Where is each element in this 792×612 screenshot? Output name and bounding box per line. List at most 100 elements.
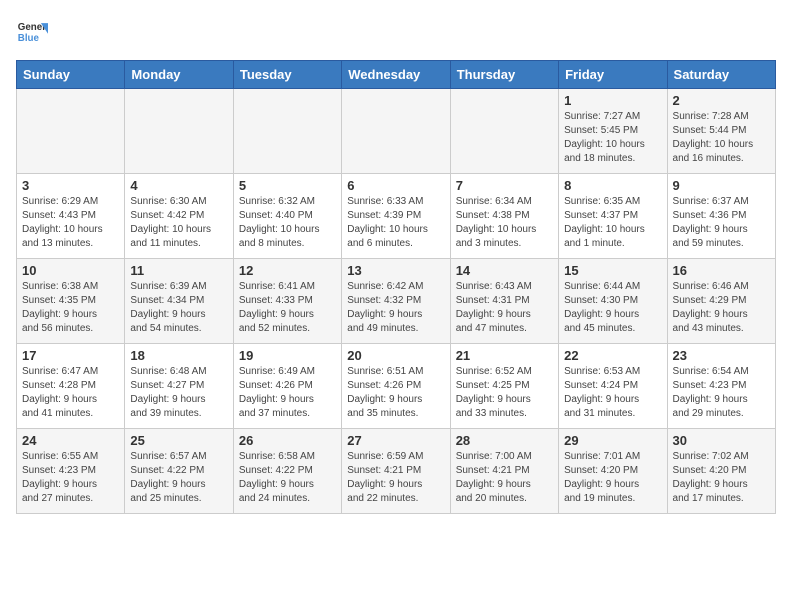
logo: General Blue [16, 16, 48, 48]
calendar-cell: 29 Sunrise: 7:01 AM Sunset: 4:20 PM Dayli… [559, 429, 667, 514]
calendar-cell: 8 Sunrise: 6:35 AM Sunset: 4:37 PM Daylig… [559, 174, 667, 259]
day-info: Sunrise: 7:00 AM Sunset: 4:21 PM Dayligh… [456, 450, 553, 506]
day-info: Sunrise: 6:59 AM Sunset: 4:21 PM Dayligh… [347, 450, 444, 506]
day-number: 21 [456, 348, 553, 363]
day-number: 7 [456, 178, 553, 193]
calendar-cell: 28Sunrise: 7:00 AM Sunset: 4:21 PM Dayli… [450, 429, 558, 514]
day-info: Sunrise: 6:53 AM Sunset: 4:24 PM Dayligh… [564, 365, 661, 421]
day-number: 29 [564, 433, 661, 448]
calendar-cell: 15 Sunrise: 6:44 AM Sunset: 4:30 PM Dayli… [559, 259, 667, 344]
day-info: Sunrise: 6:49 AM Sunset: 4:26 PM Dayligh… [239, 365, 336, 421]
calendar-week-4: 17 Sunrise: 6:47 AM Sunset: 4:28 PM Dayli… [17, 344, 776, 429]
day-info: Sunrise: 6:39 AM Sunset: 4:34 PM Dayligh… [130, 280, 227, 336]
day-number: 22 [564, 348, 661, 363]
calendar-cell: 11 Sunrise: 6:39 AM Sunset: 4:34 PM Dayli… [125, 259, 233, 344]
day-number: 23 [673, 348, 770, 363]
day-number: 11 [130, 263, 227, 278]
day-number: 1 [564, 93, 661, 108]
calendar-table: SundayMondayTuesdayWednesdayThursdayFrid… [16, 60, 776, 514]
day-number: 5 [239, 178, 336, 193]
weekday-header-tuesday: Tuesday [233, 61, 341, 89]
day-number: 27 [347, 433, 444, 448]
calendar-week-5: 24 Sunrise: 6:55 AM Sunset: 4:23 PM Dayli… [17, 429, 776, 514]
day-info: Sunrise: 6:48 AM Sunset: 4:27 PM Dayligh… [130, 365, 227, 421]
day-info: Sunrise: 7:02 AM Sunset: 4:20 PM Dayligh… [673, 450, 770, 506]
calendar-cell: 9 Sunrise: 6:37 AM Sunset: 4:36 PM Daylig… [667, 174, 775, 259]
calendar-cell: 19 Sunrise: 6:49 AM Sunset: 4:26 PM Dayli… [233, 344, 341, 429]
day-info: Sunrise: 6:35 AM Sunset: 4:37 PM Dayligh… [564, 195, 661, 251]
calendar-cell: 4Sunrise: 6:30 AM Sunset: 4:42 PM Daylig… [125, 174, 233, 259]
calendar-cell: 10 Sunrise: 6:38 AM Sunset: 4:35 PM Dayli… [17, 259, 125, 344]
calendar-week-2: 3Sunrise: 6:29 AM Sunset: 4:43 PM Daylig… [17, 174, 776, 259]
day-info: Sunrise: 6:42 AM Sunset: 4:32 PM Dayligh… [347, 280, 444, 336]
day-number: 26 [239, 433, 336, 448]
day-info: Sunrise: 6:47 AM Sunset: 4:28 PM Dayligh… [22, 365, 119, 421]
day-info: Sunrise: 6:34 AM Sunset: 4:38 PM Dayligh… [456, 195, 553, 251]
day-number: 12 [239, 263, 336, 278]
day-number: 18 [130, 348, 227, 363]
day-number: 20 [347, 348, 444, 363]
day-info: Sunrise: 6:57 AM Sunset: 4:22 PM Dayligh… [130, 450, 227, 506]
weekday-header-saturday: Saturday [667, 61, 775, 89]
calendar-cell: 12 Sunrise: 6:41 AM Sunset: 4:33 PM Dayli… [233, 259, 341, 344]
calendar-cell: 17 Sunrise: 6:47 AM Sunset: 4:28 PM Dayli… [17, 344, 125, 429]
day-info: Sunrise: 6:32 AM Sunset: 4:40 PM Dayligh… [239, 195, 336, 251]
day-number: 8 [564, 178, 661, 193]
calendar-cell: 1 Sunrise: 7:27 AM Sunset: 5:45 PM Daylig… [559, 89, 667, 174]
day-info: Sunrise: 6:41 AM Sunset: 4:33 PM Dayligh… [239, 280, 336, 336]
day-number: 6 [347, 178, 444, 193]
svg-text:Blue: Blue [18, 33, 40, 44]
day-info: Sunrise: 7:28 AM Sunset: 5:44 PM Dayligh… [673, 110, 770, 166]
calendar-cell [125, 89, 233, 174]
weekday-header-row: SundayMondayTuesdayWednesdayThursdayFrid… [17, 61, 776, 89]
day-number: 24 [22, 433, 119, 448]
day-info: Sunrise: 6:55 AM Sunset: 4:23 PM Dayligh… [22, 450, 119, 506]
calendar-cell: 14 Sunrise: 6:43 AM Sunset: 4:31 PM Dayli… [450, 259, 558, 344]
day-info: Sunrise: 6:33 AM Sunset: 4:39 PM Dayligh… [347, 195, 444, 251]
day-info: Sunrise: 6:29 AM Sunset: 4:43 PM Dayligh… [22, 195, 119, 251]
day-number: 16 [673, 263, 770, 278]
weekday-header-sunday: Sunday [17, 61, 125, 89]
calendar-cell: 3Sunrise: 6:29 AM Sunset: 4:43 PM Daylig… [17, 174, 125, 259]
day-number: 15 [564, 263, 661, 278]
day-info: Sunrise: 7:01 AM Sunset: 4:20 PM Dayligh… [564, 450, 661, 506]
calendar-cell: 13 Sunrise: 6:42 AM Sunset: 4:32 PM Dayli… [342, 259, 450, 344]
day-info: Sunrise: 6:37 AM Sunset: 4:36 PM Dayligh… [673, 195, 770, 251]
weekday-header-monday: Monday [125, 61, 233, 89]
day-number: 10 [22, 263, 119, 278]
day-number: 9 [673, 178, 770, 193]
calendar-cell: 23Sunrise: 6:54 AM Sunset: 4:23 PM Dayli… [667, 344, 775, 429]
logo-icon: General Blue [16, 16, 48, 48]
weekday-header-friday: Friday [559, 61, 667, 89]
day-number: 13 [347, 263, 444, 278]
calendar-cell: 6 Sunrise: 6:33 AM Sunset: 4:39 PM Daylig… [342, 174, 450, 259]
day-info: Sunrise: 6:58 AM Sunset: 4:22 PM Dayligh… [239, 450, 336, 506]
day-info: Sunrise: 6:38 AM Sunset: 4:35 PM Dayligh… [22, 280, 119, 336]
calendar-cell: 16Sunrise: 6:46 AM Sunset: 4:29 PM Dayli… [667, 259, 775, 344]
calendar-cell: 7 Sunrise: 6:34 AM Sunset: 4:38 PM Daylig… [450, 174, 558, 259]
day-number: 30 [673, 433, 770, 448]
weekday-header-wednesday: Wednesday [342, 61, 450, 89]
weekday-header-thursday: Thursday [450, 61, 558, 89]
calendar-cell: 30 Sunrise: 7:02 AM Sunset: 4:20 PM Dayli… [667, 429, 775, 514]
day-info: Sunrise: 6:51 AM Sunset: 4:26 PM Dayligh… [347, 365, 444, 421]
day-info: Sunrise: 6:30 AM Sunset: 4:42 PM Dayligh… [130, 195, 227, 251]
day-number: 2 [673, 93, 770, 108]
calendar-cell: 27 Sunrise: 6:59 AM Sunset: 4:21 PM Dayli… [342, 429, 450, 514]
calendar-body: 1 Sunrise: 7:27 AM Sunset: 5:45 PM Daylig… [17, 89, 776, 514]
calendar-cell [450, 89, 558, 174]
calendar-week-1: 1 Sunrise: 7:27 AM Sunset: 5:45 PM Daylig… [17, 89, 776, 174]
calendar-cell: 21Sunrise: 6:52 AM Sunset: 4:25 PM Dayli… [450, 344, 558, 429]
day-info: Sunrise: 7:27 AM Sunset: 5:45 PM Dayligh… [564, 110, 661, 166]
day-number: 17 [22, 348, 119, 363]
day-number: 14 [456, 263, 553, 278]
calendar-cell: 26 Sunrise: 6:58 AM Sunset: 4:22 PM Dayli… [233, 429, 341, 514]
calendar-cell: 18 Sunrise: 6:48 AM Sunset: 4:27 PM Dayli… [125, 344, 233, 429]
calendar-cell: 20 Sunrise: 6:51 AM Sunset: 4:26 PM Dayli… [342, 344, 450, 429]
calendar-cell [233, 89, 341, 174]
calendar-week-3: 10 Sunrise: 6:38 AM Sunset: 4:35 PM Dayli… [17, 259, 776, 344]
day-info: Sunrise: 6:44 AM Sunset: 4:30 PM Dayligh… [564, 280, 661, 336]
day-number: 19 [239, 348, 336, 363]
day-number: 25 [130, 433, 227, 448]
day-info: Sunrise: 6:43 AM Sunset: 4:31 PM Dayligh… [456, 280, 553, 336]
